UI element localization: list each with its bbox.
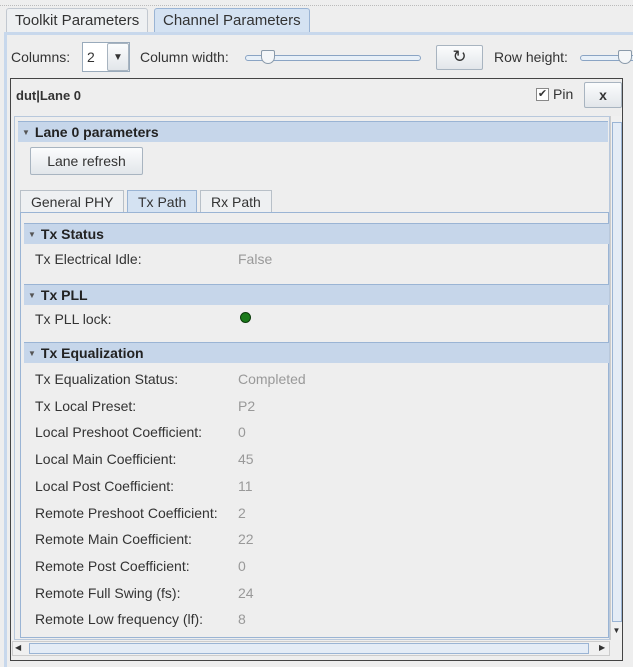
section-title: Tx PLL — [40, 287, 88, 303]
vertical-scrollbar[interactable]: ▼ — [610, 116, 622, 640]
tab-toolkit-parameters[interactable]: Toolkit Parameters — [6, 8, 149, 32]
section-tx-pll[interactable]: ▼ Tx PLL — [24, 284, 609, 305]
row-label: Tx Local Preset: — [35, 397, 137, 414]
row-value: Completed — [238, 371, 306, 387]
horizontal-scroll-thumb[interactable] — [29, 643, 589, 654]
section-lane-parameters[interactable]: ▼ Lane 0 parameters — [18, 121, 608, 142]
pll-lock-indicator-icon — [240, 312, 251, 323]
row-label: Local Post Coefficient: — [35, 477, 175, 494]
row-label: Remote Full Swing (fs): — [35, 584, 181, 601]
row-label: Tx Equalization Status: — [35, 371, 179, 387]
row-value: 0 — [238, 424, 246, 441]
horizontal-scrollbar[interactable]: ◀ ▶ — [12, 641, 610, 656]
section-tx-status[interactable]: ▼ Tx Status — [24, 223, 609, 244]
close-panel-button[interactable]: x — [584, 82, 622, 108]
pin-checkbox[interactable]: ✔ — [536, 88, 549, 101]
pin-label: Pin — [553, 86, 574, 102]
column-width-label: Column width: — [140, 49, 229, 65]
row-value: P2 — [238, 397, 256, 414]
collapse-icon: ▼ — [22, 128, 30, 137]
panel-title: dut|Lane 0 — [16, 88, 82, 103]
row-value: 22 — [238, 531, 254, 548]
row-label: Tx PLL lock: — [35, 311, 112, 327]
chevron-down-icon[interactable]: ▼ — [107, 43, 129, 71]
section-title: Lane 0 parameters — [34, 124, 159, 140]
collapse-icon: ▼ — [28, 291, 36, 300]
row-value: 2 — [238, 504, 246, 521]
window-top-edge — [0, 0, 633, 6]
row-label: Remote Preshoot Coefficient: — [35, 504, 218, 521]
columns-label: Columns: — [11, 49, 71, 65]
columns-value: 2 — [87, 49, 95, 65]
row-label: Tx Electrical Idle: — [35, 251, 142, 267]
scroll-down-icon[interactable]: ▼ — [611, 626, 622, 635]
tab-content-border — [4, 32, 7, 667]
row-label: Local Main Coefficient: — [35, 451, 177, 468]
collapse-icon: ▼ — [28, 230, 36, 239]
lane-refresh-button[interactable]: Lane refresh — [30, 147, 143, 175]
row-label: Remote Low frequency (lf): — [35, 611, 204, 628]
subtab-general-phy[interactable]: General PHY — [20, 190, 125, 213]
tab-channel-parameters[interactable]: Channel Parameters — [154, 8, 310, 32]
row-value: 24 — [238, 584, 254, 601]
row-label: Remote Post Coefficient: — [35, 557, 190, 574]
columns-select[interactable]: 2 ▼ — [82, 42, 130, 72]
refresh-button[interactable]: ↻ — [436, 45, 483, 70]
tab-underline — [4, 32, 633, 35]
refresh-icon: ↻ — [452, 47, 467, 66]
scroll-left-icon[interactable]: ◀ — [15, 643, 21, 652]
subtab-tx-path[interactable]: Tx Path — [127, 190, 198, 213]
row-height-label: Row height: — [494, 49, 568, 65]
section-title: Tx Status — [40, 226, 104, 242]
row-value: 0 — [238, 557, 246, 574]
column-width-thumb[interactable] — [261, 50, 275, 64]
scroll-right-icon[interactable]: ▶ — [599, 643, 605, 652]
section-title: Tx Equalization — [40, 345, 144, 361]
collapse-icon: ▼ — [28, 349, 36, 358]
subtab-rx-path[interactable]: Rx Path — [200, 190, 272, 213]
row-value: 45 — [238, 451, 254, 468]
row-value: False — [238, 251, 273, 267]
row-value: 11 — [238, 477, 253, 494]
section-tx-equalization[interactable]: ▼ Tx Equalization — [24, 342, 609, 363]
row-value: 8 — [238, 611, 246, 628]
row-height-thumb[interactable] — [618, 50, 632, 64]
row-label: Remote Main Coefficient: — [35, 531, 192, 548]
row-label: Local Preshoot Coefficient: — [35, 424, 203, 441]
vertical-scroll-thumb[interactable] — [612, 122, 622, 622]
